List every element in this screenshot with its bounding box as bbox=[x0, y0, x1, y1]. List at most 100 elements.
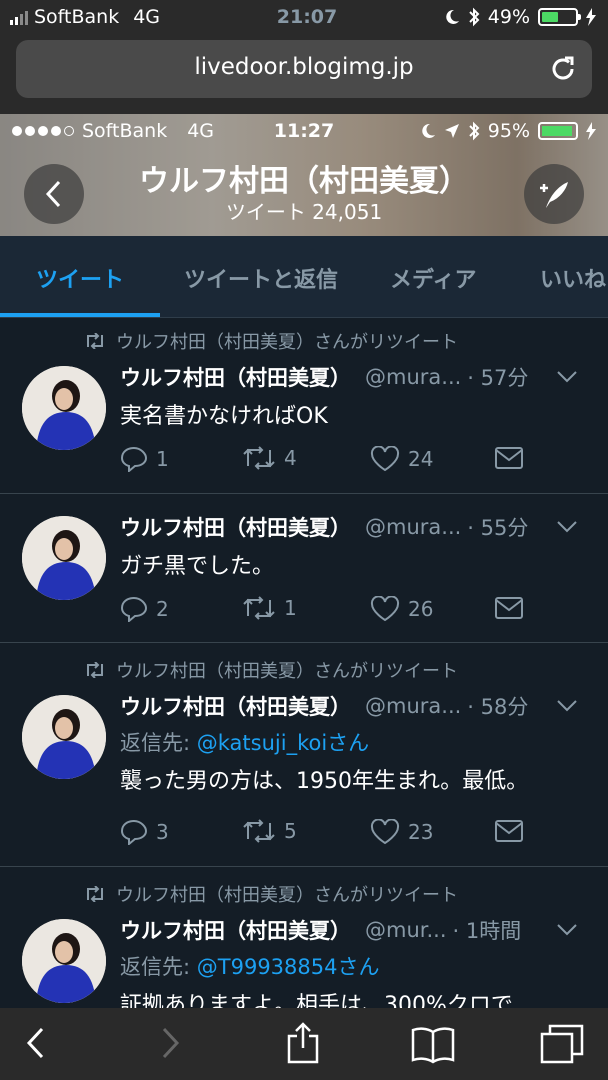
back-arrow-icon[interactable] bbox=[24, 1026, 48, 1060]
retweet-note: ウルフ村田（村田美夏）さんがリツイート bbox=[84, 881, 458, 907]
tweet-item[interactable]: ウルフ村田（村田美夏） @mura... · 55分 ガチ黒でした。 2 1 2… bbox=[0, 494, 608, 643]
reply-to-line: 返信先: @katsuji_koiさん bbox=[120, 727, 369, 757]
chevron-down-icon[interactable] bbox=[556, 923, 578, 937]
profile-tabs: ツイート ツイートと返信 メディア いいね bbox=[0, 236, 608, 318]
author-handle: @mura... bbox=[365, 694, 462, 718]
tweet-item[interactable]: ウルフ村田（村田美夏）さんがリツイート ウルフ村田（村田美夏） @mur... … bbox=[0, 867, 608, 1008]
charging-icon bbox=[586, 8, 596, 26]
author-handle: @mura... bbox=[365, 365, 462, 389]
direct-message-button[interactable] bbox=[494, 819, 524, 843]
reply-button[interactable]: 2 bbox=[120, 596, 169, 622]
tweet-item[interactable]: ウルフ村田（村田美夏）さんがリツイート ウルフ村田（村田美夏） @mura...… bbox=[0, 318, 608, 494]
retweet-button[interactable]: 1 bbox=[242, 596, 297, 620]
compose-tweet-button[interactable] bbox=[524, 164, 584, 224]
tweet-header: ウルフ村田（村田美夏） @mura... · 57分 bbox=[120, 362, 596, 392]
retweet-note-text: ウルフ村田（村田美夏）さんがリツイート bbox=[116, 332, 458, 353]
reply-icon bbox=[120, 819, 148, 845]
mail-icon bbox=[495, 447, 523, 469]
avatar[interactable] bbox=[22, 695, 106, 779]
chevron-down-icon[interactable] bbox=[556, 699, 578, 713]
safari-status-bar: SoftBank 4G 21:07 49% bbox=[0, 0, 608, 34]
retweet-note-text: ウルフ村田（村田美夏）さんがリツイート bbox=[116, 885, 458, 906]
like-button[interactable]: 24 bbox=[370, 446, 433, 472]
tweet-actions: 1 4 24 bbox=[120, 446, 540, 476]
tweet-timeline: ウルフ村田（村田美夏）さんがリツイート ウルフ村田（村田美夏） @mura...… bbox=[0, 318, 608, 1008]
profile-header: SoftBank 4G 11:27 95% ウルフ村田（村田美夏） ツイート 2… bbox=[0, 114, 608, 236]
retweet-note: ウルフ村田（村田美夏）さんがリツイート bbox=[84, 328, 458, 354]
bookmarks-icon[interactable] bbox=[410, 1026, 456, 1064]
tweet-header: ウルフ村田（村田美夏） @mura... · 55分 bbox=[120, 512, 596, 542]
tweet-item[interactable]: ウルフ村田（村田美夏）さんがリツイート ウルフ村田（村田美夏） @mura...… bbox=[0, 643, 608, 867]
reload-icon[interactable] bbox=[548, 54, 578, 84]
tweet-time: · 1時間 bbox=[452, 919, 522, 943]
tab-tweets[interactable]: ツイート bbox=[36, 262, 124, 294]
mail-icon bbox=[495, 820, 523, 842]
retweet-icon bbox=[87, 333, 103, 349]
like-count: 23 bbox=[408, 820, 434, 844]
tweet-text: 襲った男の方は、1950年生まれ。最低。 bbox=[120, 769, 529, 794]
tweet-text: 証拠ありますよ。相手は、300%クロで bbox=[120, 993, 513, 1008]
tab-likes[interactable]: いいね bbox=[540, 262, 606, 294]
retweet-button[interactable]: 5 bbox=[242, 819, 297, 843]
tweet-time: · 57分 bbox=[467, 366, 529, 390]
browser-toolbar bbox=[0, 1008, 608, 1080]
reply-mention-link[interactable]: @katsuji_koiさん bbox=[197, 731, 369, 755]
avatar[interactable] bbox=[22, 516, 106, 600]
heart-icon bbox=[370, 596, 400, 622]
address-bar[interactable]: livedoor.blogimg.jp bbox=[16, 40, 592, 98]
bluetooth-icon bbox=[469, 121, 480, 141]
chevron-down-icon[interactable] bbox=[556, 370, 578, 384]
reply-button[interactable]: 1 bbox=[120, 446, 169, 472]
retweet-note-text: ウルフ村田（村田美夏）さんがリツイート bbox=[116, 661, 458, 682]
tweet-header: ウルフ村田（村田美夏） @mura... · 58分 bbox=[120, 691, 596, 721]
author-handle: @mura... bbox=[365, 515, 462, 539]
charging-icon bbox=[586, 122, 596, 140]
share-icon[interactable] bbox=[286, 1022, 320, 1064]
tabs-icon[interactable] bbox=[540, 1024, 584, 1064]
battery-percent: 49% bbox=[487, 6, 530, 28]
tweet-text: 実名書かなければOK bbox=[120, 404, 328, 429]
like-count: 26 bbox=[408, 597, 434, 621]
like-count: 24 bbox=[408, 447, 434, 471]
tweet-text: ガチ黒でした。 bbox=[120, 554, 275, 579]
retweet-button[interactable]: 4 bbox=[242, 446, 297, 470]
heart-icon bbox=[370, 446, 400, 472]
like-button[interactable]: 23 bbox=[370, 819, 433, 845]
tweet-time: · 58分 bbox=[467, 695, 529, 719]
reply-to-prefix: 返信先: bbox=[120, 955, 197, 979]
reply-count: 1 bbox=[156, 447, 169, 471]
author-name[interactable]: ウルフ村田（村田美夏） bbox=[120, 362, 351, 392]
avatar[interactable] bbox=[22, 366, 106, 450]
retweet-icon bbox=[243, 446, 275, 470]
author-name[interactable]: ウルフ村田（村田美夏） bbox=[120, 915, 351, 945]
retweet-icon bbox=[243, 596, 275, 620]
reply-count: 3 bbox=[156, 820, 169, 844]
reply-button[interactable]: 3 bbox=[120, 819, 169, 845]
reply-to-prefix: 返信先: bbox=[120, 731, 197, 755]
chevron-down-icon[interactable] bbox=[556, 520, 578, 534]
location-icon bbox=[444, 124, 459, 138]
author-name[interactable]: ウルフ村田（村田美夏） bbox=[120, 512, 351, 542]
reply-icon bbox=[120, 446, 148, 472]
reply-to-line: 返信先: @T99938854さん bbox=[120, 951, 379, 981]
url-text[interactable]: livedoor.blogimg.jp bbox=[16, 54, 592, 80]
moon-icon bbox=[422, 123, 435, 138]
battery-icon bbox=[538, 122, 578, 140]
tweet-header: ウルフ村田（村田美夏） @mur... · 1時間 bbox=[120, 915, 596, 945]
author-name[interactable]: ウルフ村田（村田美夏） bbox=[120, 691, 351, 721]
reply-mention-link[interactable]: @T99938854さん bbox=[197, 955, 380, 979]
retweet-count: 1 bbox=[284, 596, 297, 620]
direct-message-button[interactable] bbox=[494, 596, 524, 620]
tab-media[interactable]: メディア bbox=[390, 262, 476, 294]
reply-icon bbox=[120, 596, 148, 622]
retweet-note: ウルフ村田（村田美夏）さんがリツイート bbox=[84, 657, 458, 683]
avatar[interactable] bbox=[22, 919, 106, 1003]
bluetooth-icon bbox=[469, 7, 480, 27]
tweet-count: ツイート 24,051 bbox=[225, 200, 383, 224]
tab-tweets-and-replies[interactable]: ツイートと返信 bbox=[184, 262, 338, 294]
compose-quill-icon bbox=[540, 182, 568, 208]
forward-arrow-icon[interactable] bbox=[158, 1026, 182, 1060]
like-button[interactable]: 26 bbox=[370, 596, 433, 622]
retweet-count: 4 bbox=[284, 446, 297, 470]
direct-message-button[interactable] bbox=[494, 446, 524, 470]
